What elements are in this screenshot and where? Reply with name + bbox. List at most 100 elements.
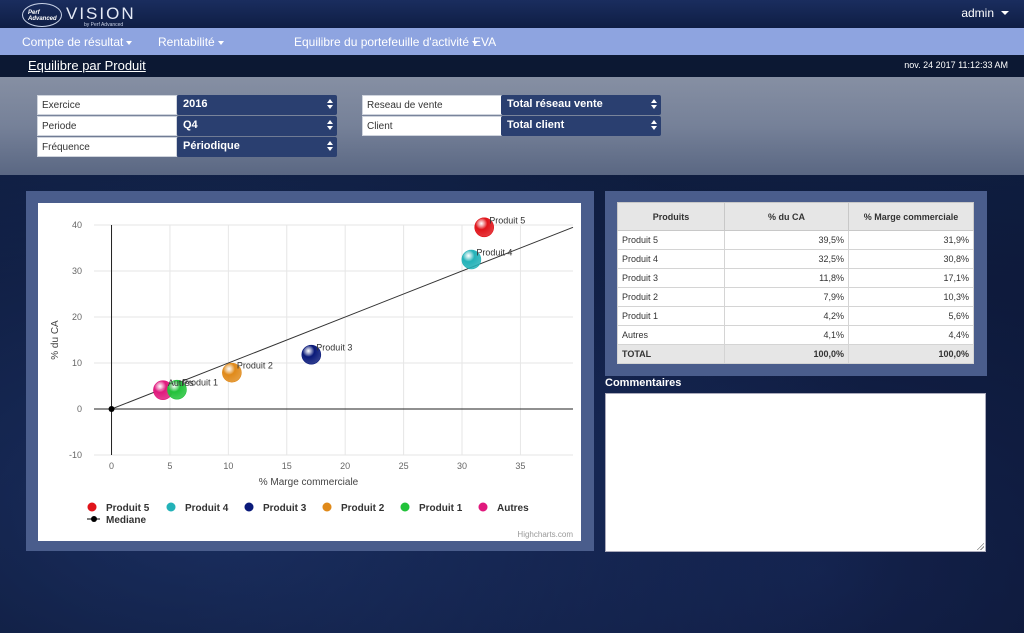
cell-product: Produit 2 (617, 287, 725, 307)
cell-marge: 30,8% (848, 249, 974, 269)
cell-marge: 4,4% (848, 325, 974, 345)
y-tick-label: 40 (72, 220, 82, 230)
app-logo[interactable]: Perf Advanced VISION by Perf Advanced (22, 3, 134, 28)
cell-product: Produit 5 (617, 230, 725, 250)
select-arrows-icon (327, 141, 333, 153)
nav-rentabilite[interactable]: Rentabilité (158, 35, 224, 49)
y-tick-label: 10 (72, 358, 82, 368)
y-tick-label: 30 (72, 266, 82, 276)
column-header[interactable]: % Marge commerciale (848, 202, 974, 231)
filter-periode: Periode Q4 (37, 116, 337, 136)
y-tick-label: 20 (72, 312, 82, 322)
nav-equilibre-portefeuille[interactable]: Equilibre du portefeuille d'activité (294, 35, 479, 49)
legend-label: Produit 4 (185, 503, 229, 514)
filter-exercice: Exercice 2016 (37, 95, 337, 115)
chart-credit: Highcharts.com (517, 530, 573, 539)
x-tick-label: 10 (223, 461, 233, 471)
legend-marker (166, 502, 176, 512)
client-select[interactable]: Total client (501, 116, 661, 136)
select-value: Total client (507, 119, 565, 131)
cell-marge: 10,3% (848, 287, 974, 307)
nav-eva[interactable]: EVA (473, 35, 496, 49)
nav-compte-de-resultat[interactable]: Compte de résultat (22, 35, 133, 49)
x-tick-label: 35 (515, 461, 525, 471)
legend-marker (87, 502, 97, 512)
cell-ca: 11,8% (724, 268, 849, 288)
legend-marker (400, 502, 410, 512)
table-row[interactable]: Produit 1 4,2% 5,6% (617, 306, 974, 326)
cell-marge: 31,9% (848, 230, 974, 250)
select-arrows-icon (327, 120, 333, 132)
select-value: Périodique (183, 140, 240, 152)
x-tick-label: 30 (457, 461, 467, 471)
cell-ca: 32,5% (724, 249, 849, 269)
cell-marge: 17,1% (848, 268, 974, 288)
logo-title: VISION (66, 4, 136, 23)
cell-ca: 7,9% (724, 287, 849, 307)
frequence-select[interactable]: Périodique (177, 137, 337, 157)
cell-marge: 100,0% (848, 344, 974, 364)
data-label: Produit 5 (489, 215, 525, 225)
comments-textarea[interactable] (605, 393, 986, 552)
legend-marker (91, 516, 97, 522)
nav-label: Compte de résultat (22, 35, 124, 49)
page-title-bar: Equilibre par Produit nov. 24 2017 11:12… (0, 55, 1024, 77)
filter-label: Periode (37, 116, 177, 136)
table-header-row: Produits % du CA % Marge commerciale (617, 202, 974, 231)
cell-ca: 4,1% (724, 325, 849, 345)
table-row[interactable]: Produit 2 7,9% 10,3% (617, 287, 974, 307)
top-header: Perf Advanced VISION by Perf Advanced ad… (0, 0, 1024, 28)
select-arrows-icon (651, 120, 657, 132)
y-tick-label: 0 (77, 404, 82, 414)
chart-svg: 0 5 10 15 20 25 30 35 -10 0 10 20 30 40 % Marge commer… (50, 215, 573, 539)
legend-marker (244, 502, 254, 512)
table-row[interactable]: Produit 5 39,5% 31,9% (617, 230, 974, 250)
page-title[interactable]: Equilibre par Produit (28, 58, 146, 73)
table-row[interactable]: Autres 4,1% 4,4% (617, 325, 974, 345)
cell-ca: 39,5% (724, 230, 849, 250)
select-value: 2016 (183, 98, 208, 110)
filter-label: Reseau de vente (362, 95, 502, 115)
cell-product: Produit 4 (617, 249, 725, 269)
select-arrows-icon (327, 99, 333, 111)
mediane-point (108, 406, 115, 412)
exercice-select[interactable]: 2016 (177, 95, 337, 115)
table-row[interactable]: Produit 3 11,8% 17,1% (617, 268, 974, 288)
data-label: Produit 2 (237, 361, 273, 371)
legend-label: Produit 1 (419, 503, 463, 514)
y-tick-label: -10 (69, 450, 82, 460)
user-menu[interactable]: admin (961, 6, 994, 20)
table-total-row: TOTAL 100,0% 100,0% (617, 344, 974, 364)
scatter-chart: 0 5 10 15 20 25 30 35 -10 0 10 20 30 40 % Marge commer… (38, 203, 581, 541)
legend-label: Produit 5 (106, 503, 150, 514)
nav-label: EVA (473, 35, 497, 49)
main-nav: Compte de résultat Rentabilité Equilibre… (0, 28, 1024, 55)
select-value: Total réseau vente (507, 98, 603, 110)
legend-marker (478, 502, 488, 512)
periode-select[interactable]: Q4 (177, 116, 337, 136)
cell-ca: 100,0% (724, 344, 849, 364)
chevron-down-icon[interactable] (1001, 11, 1009, 15)
column-header[interactable]: Produits (617, 202, 725, 231)
legend-label: Produit 3 (263, 503, 307, 514)
filter-label: Fréquence (37, 137, 177, 157)
resize-grip-icon[interactable] (976, 542, 984, 550)
x-tick-label: 20 (340, 461, 350, 471)
legend-label: Mediane (106, 515, 146, 526)
select-value: Q4 (183, 119, 198, 131)
select-arrows-icon (651, 99, 657, 111)
timestamp: nov. 24 2017 11:12:33 AM (904, 60, 1008, 70)
table-row[interactable]: Produit 4 32,5% 30,8% (617, 249, 974, 269)
logo-brand-text: Perf Advanced (28, 10, 57, 22)
legend-marker (322, 502, 332, 512)
filter-reseau: Reseau de vente Total réseau vente (362, 95, 662, 115)
filter-client: Client Total client (362, 116, 662, 136)
legend-label: Autres (497, 503, 529, 514)
cell-product: Produit 1 (617, 306, 725, 326)
x-axis-label: % Marge commerciale (259, 477, 359, 488)
x-tick-label: 5 (167, 461, 172, 471)
x-tick-label: 25 (399, 461, 409, 471)
column-header[interactable]: % du CA (724, 202, 849, 231)
reseau-select[interactable]: Total réseau vente (501, 95, 661, 115)
cell-marge: 5,6% (848, 306, 974, 326)
